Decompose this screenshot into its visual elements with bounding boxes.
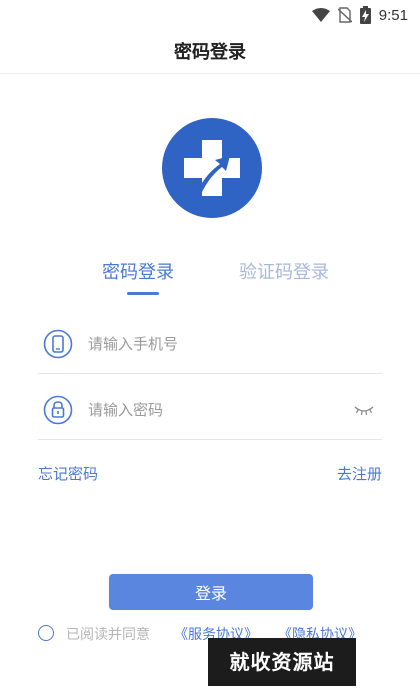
phone-input[interactable] [88, 330, 348, 358]
tab-code-login[interactable]: 验证码登录 [239, 258, 329, 284]
battery-charging-icon [359, 6, 371, 24]
medical-cross-logo [162, 118, 262, 218]
phone-icon [43, 329, 73, 359]
password-field-row [38, 380, 382, 440]
status-time: 9:51 [378, 6, 408, 24]
password-input[interactable] [88, 396, 348, 424]
status-icons: 9:51 [311, 4, 408, 26]
forgot-password-link[interactable]: 忘记密码 [38, 463, 98, 484]
register-link[interactable]: 去注册 [337, 463, 382, 484]
tab-active-indicator [127, 292, 159, 295]
agreement-text: 已阅读并同意 [66, 627, 150, 643]
no-sim-icon [337, 7, 352, 23]
login-button[interactable]: 登录 [109, 574, 313, 610]
page-title: 密码登录 [174, 42, 246, 63]
agreement-radio[interactable] [38, 625, 54, 641]
status-bar: 9:51 [0, 0, 420, 30]
lock-icon [43, 395, 73, 425]
eye-closed-icon[interactable] [354, 404, 374, 416]
watermark-badge: 就收资源站 [208, 638, 356, 686]
tab-password-login[interactable]: 密码登录 [102, 258, 174, 284]
title-bar: 密码登录 [0, 30, 420, 74]
phone-field-row [38, 314, 382, 374]
wifi-icon [311, 8, 330, 22]
